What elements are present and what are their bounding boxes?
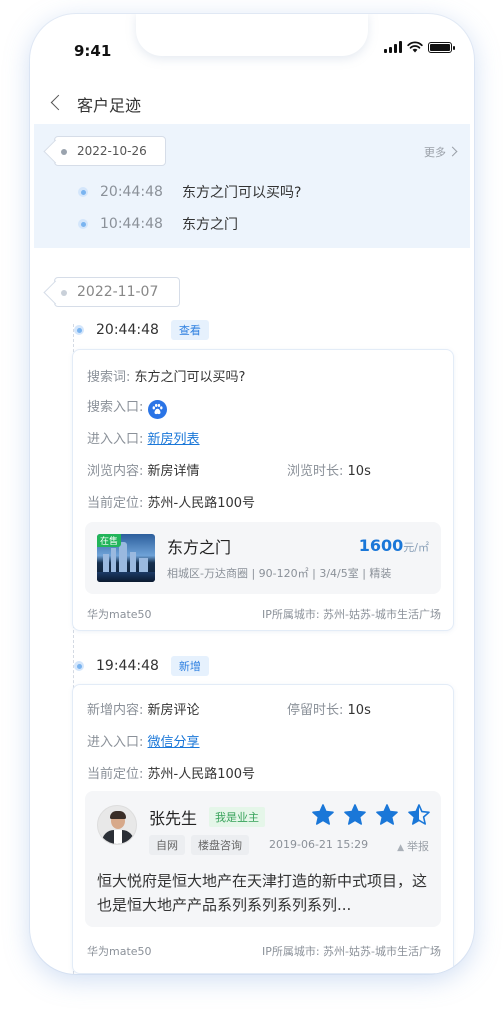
star-icon — [312, 804, 334, 825]
avatar — [97, 805, 137, 845]
status-icons — [384, 41, 455, 53]
review-card[interactable]: 张先生 我是业主 自网 楼盘咨询 2019-06-21 15:29 举报 恒大悦… — [85, 791, 441, 927]
entry-label: 进入入口: — [87, 432, 144, 447]
navbar: 客户足迹 — [30, 84, 474, 120]
rating-stars — [311, 803, 431, 827]
house-price-value: 1600 — [358, 536, 404, 555]
report-button[interactable]: 举报 — [397, 838, 429, 854]
device: 华为mate50 — [87, 608, 152, 621]
house-name: 东方之门 — [167, 538, 232, 557]
stay-value: 10s — [347, 703, 371, 718]
duration-row: 浏览时长: 10s — [287, 460, 371, 479]
phone-frame: 9:41 客户足迹 2022-10-26 更多 20:44:48 东方之门可以买… — [30, 14, 474, 974]
stay-row: 停留时长: 10s — [287, 699, 371, 718]
summary-visit: 20:44:48 东方之门可以买吗? — [78, 182, 301, 202]
date-dot — [61, 149, 67, 155]
house-thumbnail: 在售 — [97, 534, 155, 582]
event-header: 20:44:48 查看 — [74, 320, 209, 340]
event-time: 19:44:48 — [96, 658, 159, 674]
event-badge-add: 新增 — [170, 656, 209, 676]
location-value: 苏州-人民路100号 — [147, 496, 256, 511]
content-value: 新房详情 — [147, 464, 200, 479]
device: 华为mate50 — [87, 945, 152, 958]
event-card: 搜索词: 东方之门可以买吗? 搜索入口: 进入入口: 新房列表 浏览内容: 新房… — [72, 349, 454, 631]
review-tag: 自网 — [149, 835, 185, 855]
event-card: 新增内容: 新房评论 停留时长: 10s 进入入口: 微信分享 当前定位: 苏州… — [72, 684, 454, 974]
star-icon — [376, 804, 398, 825]
ip-city: IP所属城市: 苏州-姑苏-城市生活广场 — [261, 945, 441, 958]
card-footer: 华为mate50 IP所属城市: 苏州-姑苏-城市生活广场 — [87, 606, 441, 622]
baidu-paw-icon — [147, 400, 167, 419]
star-icon — [344, 804, 366, 825]
summary-date-tag: 2022-10-26 — [54, 136, 166, 166]
status-time: 9:41 — [74, 42, 112, 60]
battery-icon — [428, 41, 455, 53]
summary-date: 2022-10-26 — [77, 144, 147, 158]
duration-value: 10s — [347, 464, 371, 479]
wifi-icon — [407, 41, 423, 53]
location-row: 当前定位: 苏州-人民路100号 — [87, 763, 255, 782]
add-content-value: 新房评论 — [147, 703, 200, 718]
search-word: 东方之门可以买吗? — [134, 370, 246, 385]
day-date: 2022-11-07 — [77, 284, 159, 300]
summary-panel: 2022-10-26 更多 20:44:48 东方之门可以买吗? 10:44:4… — [34, 124, 470, 248]
notch — [136, 14, 368, 56]
search-entry-label: 搜索入口: — [87, 400, 144, 415]
review-tag: 楼盘咨询 — [191, 835, 249, 855]
review-text: 恒大悦府是恒大地产在天津打造的新中式项目，这也是恒大地产产品系列系列系列系列..… — [97, 872, 428, 914]
duration-label: 浏览时长: — [287, 464, 344, 479]
content-label: 浏览内容: — [87, 464, 144, 479]
reviewer-name: 张先生 — [149, 809, 198, 828]
visit-text: 东方之门 — [182, 217, 238, 233]
visit-bullet — [78, 219, 88, 229]
ip-city: IP所属城市: 苏州-姑苏-城市生活广场 — [261, 608, 441, 621]
entry-row: 进入入口: 微信分享 — [87, 731, 200, 750]
location-label: 当前定位: — [87, 496, 144, 511]
house-desc: 相城区-万达商圈 | 90-120㎡ | 3/4/5室 | 精装 — [167, 567, 392, 580]
house-price: 1600元/㎡ — [359, 536, 429, 555]
summary-visit: 10:44:48 东方之门 — [78, 214, 238, 234]
search-entry-row: 搜索入口: — [87, 396, 167, 419]
entry-link[interactable]: 微信分享 — [148, 735, 200, 750]
house-price-unit: 元/㎡ — [403, 541, 429, 554]
visit-text: 东方之门可以买吗? — [182, 185, 302, 201]
entry-label: 进入入口: — [87, 735, 144, 750]
event-bullet — [74, 661, 84, 671]
location-row: 当前定位: 苏州-人民路100号 — [87, 492, 255, 511]
owner-tag: 我是业主 — [209, 807, 265, 827]
card-footer: 华为mate50 IP所属城市: 苏州-姑苏-城市生活广场 — [87, 943, 441, 959]
location-value: 苏州-人民路100号 — [147, 767, 256, 782]
on-sale-badge: 在售 — [97, 534, 122, 547]
date-dot — [61, 290, 67, 296]
content-row: 浏览内容: 新房详情 — [87, 460, 200, 479]
location-label: 当前定位: — [87, 767, 144, 782]
entry-link[interactable]: 新房列表 — [148, 432, 200, 447]
star-icon — [408, 804, 430, 825]
add-content-label: 新增内容: — [87, 703, 144, 718]
back-chevron-icon[interactable] — [48, 92, 68, 112]
visit-bullet — [78, 187, 88, 197]
day-date-tag: 2022-11-07 — [54, 277, 180, 307]
visit-time: 20:44:48 — [100, 184, 163, 200]
search-word-label: 搜索词: — [87, 370, 131, 385]
add-content-row: 新增内容: 新房评论 — [87, 699, 200, 718]
stay-label: 停留时长: — [287, 703, 344, 718]
review-date: 2019-06-21 15:29 — [269, 838, 369, 851]
event-time: 20:44:48 — [96, 322, 159, 338]
search-word-row: 搜索词: 东方之门可以买吗? — [87, 366, 245, 385]
house-card[interactable]: 在售 东方之门 1600元/㎡ 相城区-万达商圈 | 90-120㎡ | 3/4… — [85, 522, 441, 594]
event-header: 19:44:48 新增 — [74, 656, 209, 676]
event-badge-view: 查看 — [170, 320, 209, 340]
more-link[interactable]: 更多 — [424, 144, 456, 160]
signal-icon — [384, 41, 402, 53]
event-bullet — [74, 325, 84, 335]
entry-row: 进入入口: 新房列表 — [87, 428, 200, 447]
visit-time: 10:44:48 — [100, 216, 163, 232]
page-title: 客户足迹 — [77, 96, 142, 115]
